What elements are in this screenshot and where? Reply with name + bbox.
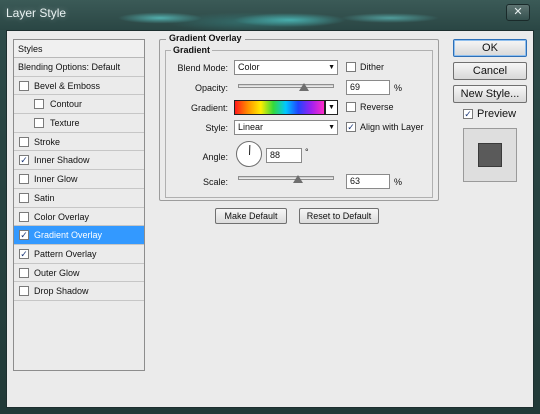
chevron-down-icon: ▼ bbox=[328, 124, 335, 131]
style-label: Satin bbox=[34, 192, 55, 203]
dialog-body: Styles Blending Options: Default Bevel & … bbox=[6, 30, 534, 408]
style-checkbox[interactable] bbox=[19, 80, 29, 91]
preview-thumbnail bbox=[463, 128, 517, 182]
styles-header[interactable]: Styles bbox=[14, 40, 144, 58]
reverse-checkbox[interactable] bbox=[346, 102, 356, 112]
style-label: Stroke bbox=[34, 136, 61, 147]
group-title: Gradient Overlay bbox=[166, 33, 245, 43]
opacity-unit: % bbox=[394, 83, 403, 93]
styles-list-item[interactable]: Blending Options: Default bbox=[14, 58, 144, 77]
close-button[interactable]: ✕ bbox=[506, 4, 530, 21]
preview-checkbox[interactable]: ✓ bbox=[463, 109, 473, 119]
gradient-dropdown-button[interactable]: ▼ bbox=[325, 100, 338, 115]
title-bar[interactable]: Layer Style ✕ bbox=[0, 0, 540, 30]
chevron-down-icon: ▼ bbox=[328, 104, 335, 111]
style-checkbox[interactable]: ✓ bbox=[19, 155, 29, 166]
angle-needle bbox=[249, 144, 251, 156]
chevron-down-icon: ▼ bbox=[328, 64, 335, 71]
style-checkbox[interactable] bbox=[19, 286, 29, 297]
style-label: Style: bbox=[205, 123, 228, 133]
gradient-overlay-group: Gradient Overlay Gradient Blend Mode: Co… bbox=[159, 33, 439, 201]
gradient-subgroup: Gradient Blend Mode: Color ▼ Dither Opac… bbox=[165, 45, 433, 198]
styles-items: Blending Options: Default Bevel & Emboss C… bbox=[14, 58, 144, 301]
dither-label: Dither bbox=[360, 62, 385, 72]
style-checkbox[interactable] bbox=[19, 192, 29, 203]
make-default-button[interactable]: Make Default bbox=[215, 208, 287, 224]
subgroup-title: Gradient bbox=[171, 45, 213, 55]
style-label: Bevel & Emboss bbox=[34, 80, 101, 91]
scale-label: Scale: bbox=[202, 177, 228, 187]
styles-list-item[interactable]: ✓ Gradient Overlay bbox=[14, 226, 144, 245]
blend-mode-label: Blend Mode: bbox=[177, 63, 228, 73]
cancel-button[interactable]: Cancel bbox=[453, 62, 527, 80]
angle-label: Angle: bbox=[202, 152, 228, 162]
new-style-button[interactable]: New Style... bbox=[453, 85, 527, 103]
style-label: Contour bbox=[50, 99, 83, 110]
styles-list-item[interactable]: Drop Shadow bbox=[14, 282, 144, 301]
styles-list: Styles Blending Options: Default Bevel & … bbox=[13, 39, 145, 371]
styles-list-item[interactable]: ✓ Pattern Overlay bbox=[14, 245, 144, 264]
style-label: Color Overlay bbox=[34, 211, 90, 222]
opacity-input[interactable]: 69 bbox=[346, 80, 390, 95]
style-label: Inner Glow bbox=[34, 174, 78, 185]
styles-list-item[interactable]: Satin bbox=[14, 189, 144, 208]
styles-list-item[interactable]: Texture bbox=[14, 114, 144, 133]
gradient-label: Gradient: bbox=[190, 103, 228, 113]
styles-list-item[interactable]: Outer Glow bbox=[14, 264, 144, 283]
reverse-label: Reverse bbox=[360, 102, 394, 112]
style-label: Blending Options: Default bbox=[18, 62, 121, 72]
styles-list-item[interactable]: Color Overlay bbox=[14, 208, 144, 227]
align-with-layer-label: Align with Layer bbox=[360, 122, 424, 132]
style-checkbox[interactable]: ✓ bbox=[19, 248, 29, 259]
style-checkbox[interactable]: ✓ bbox=[19, 230, 29, 241]
style-checkbox[interactable] bbox=[19, 267, 29, 278]
scale-unit: % bbox=[394, 177, 403, 187]
layer-style-window: Layer Style ✕ Styles Blending Options: D… bbox=[0, 0, 540, 414]
gradient-swatch[interactable] bbox=[234, 100, 325, 115]
styles-list-item[interactable]: Contour bbox=[14, 95, 144, 115]
close-icon: ✕ bbox=[513, 6, 523, 18]
preview-swatch bbox=[478, 143, 502, 167]
styles-list-item[interactable]: Stroke bbox=[14, 133, 144, 152]
angle-dial-icon[interactable] bbox=[236, 141, 262, 167]
preview-label: Preview bbox=[477, 108, 517, 120]
window-title: Layer Style bbox=[6, 6, 67, 20]
style-checkbox[interactable] bbox=[34, 118, 44, 129]
dither-checkbox[interactable] bbox=[346, 62, 356, 72]
styles-list-item[interactable]: Bevel & Emboss bbox=[14, 77, 144, 96]
style-checkbox[interactable] bbox=[34, 99, 44, 110]
reset-to-default-button[interactable]: Reset to Default bbox=[299, 208, 379, 224]
styles-list-item[interactable]: ✓ Inner Shadow bbox=[14, 151, 144, 171]
opacity-slider[interactable] bbox=[238, 84, 334, 88]
style-checkbox[interactable] bbox=[19, 136, 29, 147]
style-label: Inner Shadow bbox=[34, 155, 90, 166]
scale-slider[interactable] bbox=[238, 176, 334, 180]
angle-unit: ° bbox=[305, 147, 309, 157]
opacity-label: Opacity: bbox=[194, 83, 228, 93]
style-label: Texture bbox=[50, 118, 80, 129]
style-checkbox[interactable] bbox=[19, 174, 29, 185]
style-checkbox[interactable] bbox=[19, 211, 29, 222]
opacity-slider-thumb[interactable] bbox=[299, 83, 310, 91]
style-label: Pattern Overlay bbox=[34, 248, 97, 259]
style-label: Outer Glow bbox=[34, 267, 80, 278]
blend-mode-select[interactable]: Color ▼ bbox=[234, 60, 338, 75]
blend-mode-value: Color bbox=[238, 62, 260, 72]
ok-button[interactable]: OK bbox=[453, 39, 527, 57]
styles-list-item[interactable]: Inner Glow bbox=[14, 170, 144, 189]
align-with-layer-checkbox[interactable]: ✓ bbox=[346, 122, 356, 132]
scale-slider-thumb[interactable] bbox=[293, 175, 304, 183]
angle-input[interactable]: 88 bbox=[266, 148, 302, 163]
style-label: Gradient Overlay bbox=[34, 230, 103, 241]
style-label: Drop Shadow bbox=[34, 286, 89, 297]
style-value: Linear bbox=[238, 122, 264, 132]
style-select[interactable]: Linear ▼ bbox=[234, 120, 338, 135]
scale-input[interactable]: 63 bbox=[346, 174, 390, 189]
